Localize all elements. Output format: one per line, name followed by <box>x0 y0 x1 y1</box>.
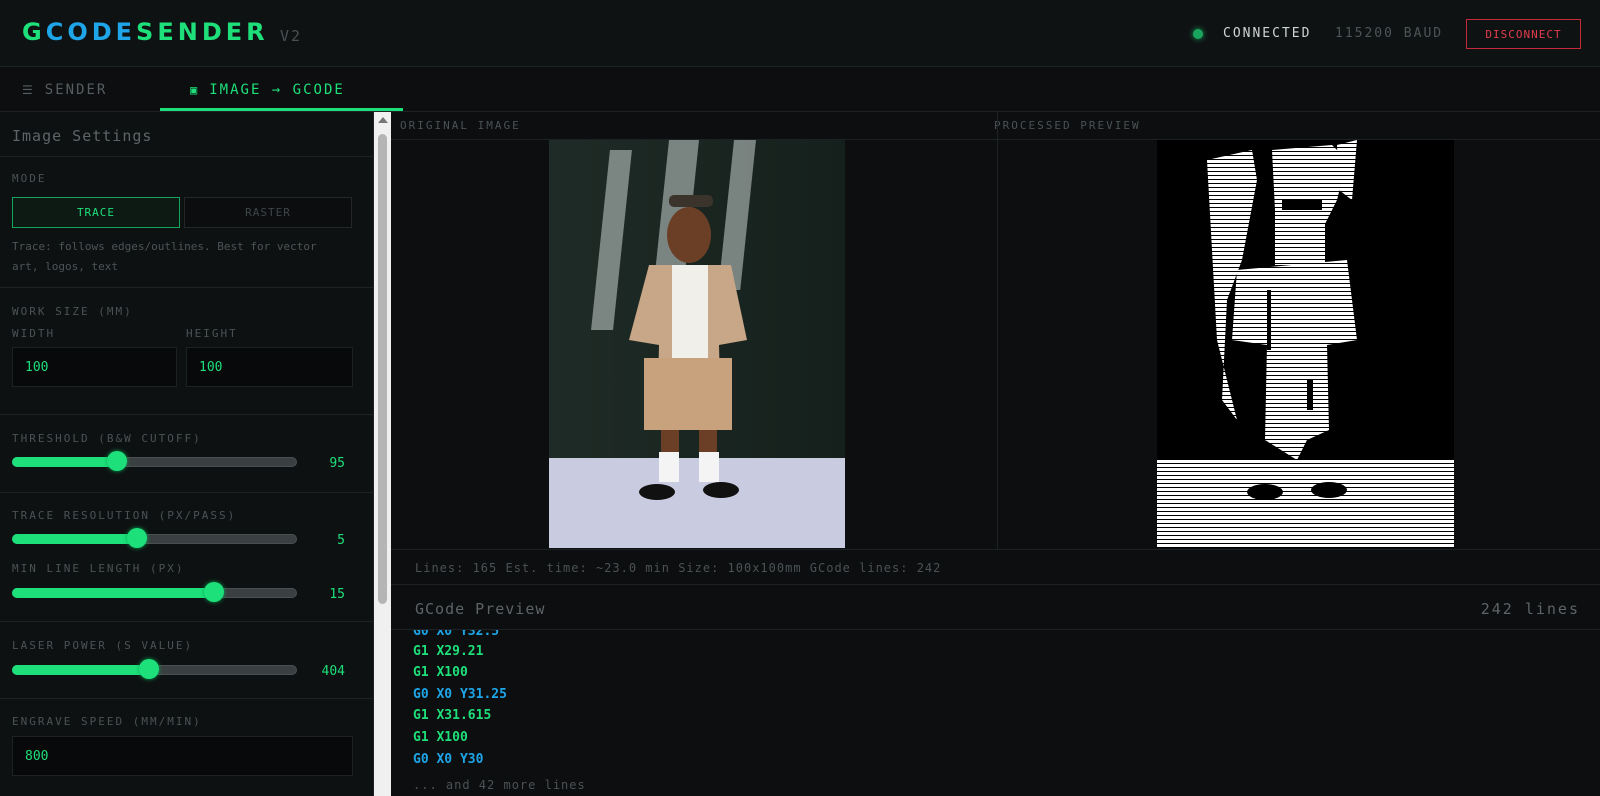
panel-title: Image Settings <box>12 127 153 145</box>
divider <box>0 492 373 493</box>
min-line-length-slider[interactable] <box>12 582 297 602</box>
mode-trace-button[interactable]: TRACE <box>12 197 180 228</box>
list-icon: ☰ <box>22 82 35 97</box>
min-line-length-label: MIN LINE LENGTH (PX) <box>12 562 185 575</box>
engrave-speed-input[interactable]: 800 <box>12 736 353 776</box>
app-version: V2 <box>280 27 303 45</box>
laser-power-label: LASER POWER (S VALUE) <box>12 639 194 652</box>
gcode-line: G0 X0 Y32.5 <box>413 630 500 639</box>
min-line-length-value: 15 <box>329 587 345 602</box>
work-size-label: WORK SIZE (MM) <box>12 305 133 318</box>
original-image <box>549 140 845 548</box>
height-input[interactable]: 100 <box>186 347 353 387</box>
threshold-label: THRESHOLD (B&W CUTOFF) <box>12 432 202 445</box>
engrave-speed-label: ENGRAVE SPEED (MM/MIN) <box>12 715 202 728</box>
panel-separator <box>997 112 998 549</box>
active-tab-indicator <box>160 108 403 111</box>
gcode-line: G0 X0 Y30 <box>413 752 484 767</box>
main-area: ORIGINAL IMAGE PROCESSED PREVIEW Lines: … <box>391 112 1600 796</box>
width-input[interactable]: 100 <box>12 347 177 387</box>
slider-handle[interactable] <box>127 528 147 548</box>
scroll-up-icon[interactable] <box>378 117 388 123</box>
threshold-slider[interactable] <box>12 451 297 471</box>
gcode-more-lines: ... and 42 more lines <box>413 778 586 792</box>
connection-status: CONNECTED <box>1223 26 1312 41</box>
original-photo <box>549 140 845 548</box>
processed-preview-label: PROCESSED PREVIEW <box>994 119 1141 132</box>
slider-fill <box>12 665 149 675</box>
sidebar-scrollbar[interactable] <box>374 112 391 796</box>
laser-power-slider[interactable] <box>12 659 297 679</box>
height-label: HEIGHT <box>186 327 238 340</box>
mode-label: MODE <box>12 172 47 185</box>
processed-preview <box>1157 140 1454 548</box>
laser-power-value: 404 <box>321 664 345 679</box>
gcode-line: G1 X29.21 <box>413 644 484 659</box>
tab-image-gcode[interactable]: ▣ IMAGE → GCODE <box>190 67 345 112</box>
slider-fill <box>12 534 137 544</box>
divider <box>0 621 373 622</box>
slider-fill <box>12 588 214 598</box>
gcode-line-count: 242 lines <box>1480 600 1580 618</box>
trace-resolution-value: 5 <box>337 533 345 548</box>
divider <box>0 287 373 288</box>
stats-bar: Lines: 165 Est. time: ~23.0 min Size: 10… <box>391 549 1600 585</box>
app-header: GCODESENDER V2 CONNECTED 115200 BAUD DIS… <box>0 0 1600 67</box>
image-settings-panel: Image Settings MODE TRACE RASTER Trace: … <box>0 112 374 796</box>
app-logo: GCODESENDER <box>22 18 269 46</box>
baud-rate: 115200 BAUD <box>1335 26 1444 41</box>
slider-fill <box>12 457 117 467</box>
stats-text: Lines: 165 Est. time: ~23.0 min Size: 10… <box>415 561 942 575</box>
gcode-line: G1 X31.615 <box>413 708 492 723</box>
mode-description: Trace: follows edges/outlines. Best for … <box>12 240 317 273</box>
divider <box>0 698 373 699</box>
gcode-preview-title: GCode Preview <box>415 600 546 618</box>
gcode-line: G0 X0 Y31.25 <box>413 687 507 702</box>
gcode-list: G0 X0 Y32.5 G1 X29.21 G1 X100 G0 X0 Y31.… <box>413 630 1593 796</box>
divider <box>0 156 373 157</box>
gcode-line: G1 X100 <box>413 730 468 745</box>
slider-handle[interactable] <box>107 451 127 471</box>
width-label: WIDTH <box>12 327 56 340</box>
slider-handle[interactable] <box>139 659 159 679</box>
divider <box>0 414 373 415</box>
disconnect-button[interactable]: DISCONNECT <box>1466 19 1581 49</box>
tab-bar: ☰ SENDER ▣ IMAGE → GCODE <box>0 67 1600 112</box>
connection-status-icon <box>1193 29 1203 39</box>
trace-resolution-label: TRACE RESOLUTION (PX/PASS) <box>12 509 237 522</box>
processed-photo <box>1157 140 1454 548</box>
original-image-label: ORIGINAL IMAGE <box>400 119 521 132</box>
mode-raster-button[interactable]: RASTER <box>184 197 352 228</box>
trace-resolution-slider[interactable] <box>12 528 297 548</box>
tab-sender[interactable]: ☰ SENDER <box>22 67 107 112</box>
threshold-value: 95 <box>329 456 345 471</box>
slider-handle[interactable] <box>204 582 224 602</box>
gcode-line: G1 X100 <box>413 665 468 680</box>
scrollbar-thumb[interactable] <box>378 134 387 604</box>
image-icon: ▣ <box>190 82 200 97</box>
